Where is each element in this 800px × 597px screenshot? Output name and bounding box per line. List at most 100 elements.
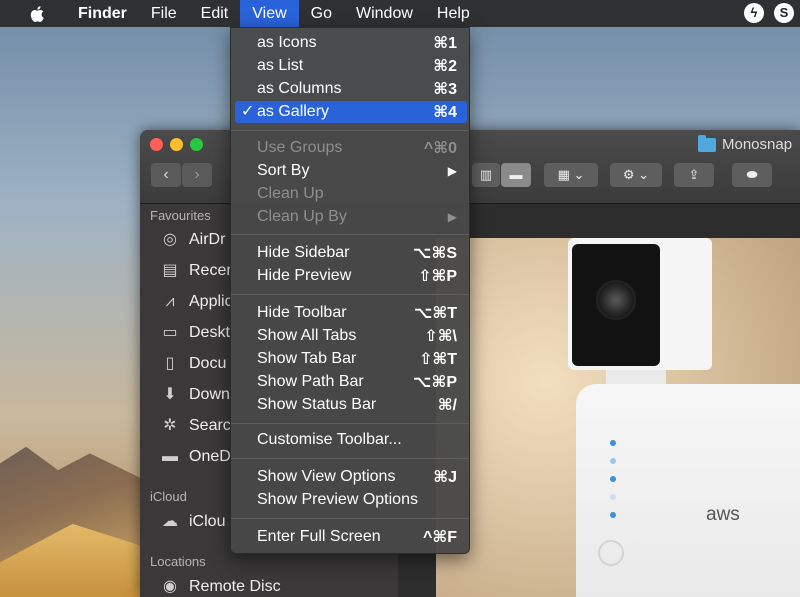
menu-item-hide-toolbar[interactable]: Hide Toolbar ⌥⌘T bbox=[235, 302, 467, 324]
group-options-button[interactable]: ▦ ⌄ bbox=[544, 163, 598, 187]
menu-item-show-tab-bar[interactable]: Show Tab Bar ⇧⌘T bbox=[235, 348, 467, 370]
sidebar-item-label: iClou bbox=[189, 513, 226, 530]
submenu-arrow-icon: ▶ bbox=[447, 210, 457, 224]
menu-item-use-groups: Use Groups ^⌘0 bbox=[257, 139, 457, 157]
view-columns-icon[interactable]: ▥ bbox=[472, 163, 500, 187]
disc-icon: ◉ bbox=[163, 578, 177, 595]
menu-item-hide-sidebar[interactable]: Hide Sidebar ⌥⌘S bbox=[235, 242, 467, 264]
camera-lens bbox=[596, 280, 636, 320]
aws-logo: aws bbox=[706, 504, 740, 525]
gear-icon[interactable]: ⚙ ⌄ bbox=[610, 163, 662, 187]
menu-item-sort-by[interactable]: Sort By ▶ bbox=[235, 160, 467, 182]
sidebar-section-locations: Locations bbox=[150, 554, 206, 569]
menu-item-as-columns[interactable]: as Columns ⌘3 bbox=[235, 78, 467, 100]
menu-separator bbox=[231, 423, 469, 424]
sidebar-section-icloud: iCloud bbox=[150, 489, 187, 504]
menu-extras: ϟ S bbox=[744, 3, 794, 23]
sidebar-item-label: Applic bbox=[189, 293, 233, 310]
sidebar-item-onedrive[interactable]: ▬ OneD bbox=[160, 447, 231, 467]
menu-separator bbox=[231, 458, 469, 459]
sidebar-item-label: Remote Disc bbox=[189, 578, 281, 595]
recents-icon: ▤ bbox=[162, 262, 178, 279]
status-led bbox=[610, 476, 616, 482]
menu-item-customise-toolbar[interactable]: Customise Toolbar... bbox=[235, 429, 467, 451]
window-title: Monosnap bbox=[698, 134, 793, 153]
status-led bbox=[610, 440, 616, 446]
apple-logo-icon[interactable] bbox=[28, 4, 48, 24]
menu-item-as-icons[interactable]: as Icons ⌘1 bbox=[235, 32, 467, 54]
menu-item-show-preview-options[interactable]: Show Preview Options bbox=[235, 489, 467, 511]
sidebar-section-favourites: Favourites bbox=[150, 208, 211, 223]
menu-item-hide-preview[interactable]: Hide Preview ⇧⌘P bbox=[235, 265, 467, 287]
sidebar-item-documents[interactable]: ▯ Docu bbox=[160, 354, 227, 374]
menu-bar: Finder File Edit View Go Window Help ϟ S bbox=[0, 0, 800, 27]
documents-icon: ▯ bbox=[165, 355, 175, 372]
menu-view[interactable]: View bbox=[240, 0, 299, 27]
menu-item-clean-up-by: Clean Up By ▶ bbox=[257, 208, 457, 225]
submenu-arrow-icon: ▶ bbox=[447, 164, 457, 178]
sidebar-item-label: Down bbox=[189, 386, 230, 403]
back-button[interactable]: ‹ bbox=[151, 163, 181, 187]
skype-icon[interactable]: S bbox=[774, 3, 794, 23]
sidebar-item-airdrop[interactable]: ◎ AirDr bbox=[160, 230, 225, 250]
menu-separator bbox=[231, 294, 469, 295]
forward-button[interactable]: › bbox=[182, 163, 212, 187]
camera-base: aws bbox=[576, 384, 800, 597]
menu-file[interactable]: File bbox=[139, 0, 189, 27]
sidebar-item-label: Searc bbox=[189, 417, 231, 434]
status-led bbox=[610, 494, 616, 500]
view-menu: as Icons ⌘1 as List ⌘2 as Columns ⌘3 ✓ a… bbox=[230, 27, 470, 554]
desktop-icon: ▭ bbox=[162, 324, 178, 341]
cloud-icon: ☁ bbox=[162, 513, 178, 530]
menu-separator bbox=[231, 130, 469, 131]
bolt-icon[interactable]: ϟ bbox=[744, 3, 764, 23]
search-icon: ✲ bbox=[163, 417, 177, 434]
sidebar-item-label: Docu bbox=[189, 355, 227, 372]
menu-separator bbox=[231, 234, 469, 235]
menu-item-show-path-bar[interactable]: Show Path Bar ⌥⌘P bbox=[235, 371, 467, 393]
sidebar-item-label: Deskt bbox=[189, 324, 230, 341]
gallery-preview-image: aws bbox=[436, 238, 800, 597]
sidebar-item-downloads[interactable]: ⬇ Down bbox=[160, 385, 230, 405]
menu-item-show-view-options[interactable]: Show View Options ⌘J bbox=[235, 466, 467, 488]
sidebar-item-icloud-drive[interactable]: ☁ iClou bbox=[160, 512, 225, 532]
menu-go[interactable]: Go bbox=[299, 0, 344, 27]
sidebar-item-applications[interactable]: ⩘ Applic bbox=[160, 292, 233, 312]
share-icon[interactable]: ⇪ bbox=[674, 163, 714, 187]
menu-item-show-all-tabs[interactable]: Show All Tabs ⇧⌘\ bbox=[235, 325, 467, 347]
menu-item-as-list[interactable]: as List ⌘2 bbox=[235, 55, 467, 77]
tag-icon[interactable]: ⬬ bbox=[732, 163, 772, 187]
downloads-icon: ⬇ bbox=[163, 386, 177, 403]
sidebar-item-label: OneD bbox=[189, 448, 231, 465]
folder-icon: ▬ bbox=[162, 448, 178, 465]
airdrop-icon: ◎ bbox=[163, 231, 177, 248]
menu-item-enter-full-screen[interactable]: Enter Full Screen ^⌘F bbox=[235, 526, 467, 548]
menu-finder[interactable]: Finder bbox=[70, 0, 139, 27]
sidebar-item-remote-disc[interactable]: ◉ Remote Disc bbox=[160, 577, 281, 597]
window-title-text: Monosnap bbox=[722, 136, 793, 153]
menu-item-show-status-bar[interactable]: Show Status Bar ⌘/ bbox=[235, 394, 467, 416]
view-gallery-icon[interactable]: ▬ bbox=[501, 163, 531, 187]
zoom-button[interactable] bbox=[190, 138, 203, 151]
folder-icon bbox=[698, 134, 716, 152]
menu-edit[interactable]: Edit bbox=[189, 0, 241, 27]
menu-separator bbox=[231, 518, 469, 519]
sidebar-item-recents[interactable]: ▤ Recer bbox=[160, 261, 232, 281]
camera-head bbox=[568, 238, 712, 370]
sidebar-item-search[interactable]: ✲ Searc bbox=[160, 416, 231, 436]
wifi-led bbox=[610, 458, 616, 464]
menu-item-clean-up: Clean Up bbox=[257, 185, 324, 202]
sidebar-item-label: AirDr bbox=[189, 231, 226, 248]
checkmark-icon: ✓ bbox=[241, 103, 255, 120]
applications-icon: ⩘ bbox=[165, 293, 175, 310]
close-button[interactable] bbox=[150, 138, 163, 151]
minimize-button[interactable] bbox=[170, 138, 183, 151]
camera-face bbox=[572, 244, 660, 366]
status-led bbox=[610, 512, 616, 518]
menu-item-as-gallery[interactable]: ✓ as Gallery ⌘4 bbox=[235, 101, 467, 123]
menu-window[interactable]: Window bbox=[344, 0, 425, 27]
menu-help[interactable]: Help bbox=[425, 0, 482, 27]
camera-button bbox=[598, 540, 624, 566]
sidebar-item-label: Recer bbox=[189, 262, 232, 279]
sidebar-item-desktop[interactable]: ▭ Deskt bbox=[160, 323, 230, 343]
